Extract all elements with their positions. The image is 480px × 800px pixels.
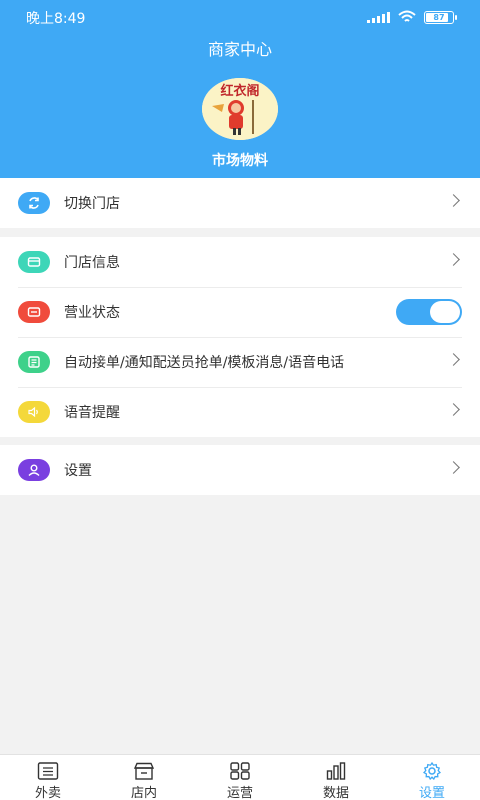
bar-chart-icon	[325, 762, 347, 780]
tab-label: 设置	[418, 786, 445, 800]
auto-order-row[interactable]: 自动接单/通知配送员抢单/模板消息/语音电话	[0, 337, 480, 387]
store-menu-group: 门店信息 营业状态 自动接单/通知配送员抢单/模板消息/语音电话 语音提醒	[0, 237, 480, 437]
tab-label: 店内	[130, 786, 157, 800]
settings-group: 设置	[0, 445, 480, 495]
auto-order-icon	[18, 351, 50, 373]
business-status-icon	[18, 301, 50, 323]
refresh-icon	[18, 192, 50, 214]
user-icon	[18, 459, 50, 481]
store-avatar[interactable]: 红衣阁	[202, 78, 278, 140]
settings-label: 设置	[64, 463, 92, 479]
business-status-toggle[interactable]	[396, 299, 462, 325]
battery-level: 87	[433, 12, 445, 22]
wifi-icon	[398, 10, 416, 22]
voice-reminder-label: 语音提醒	[64, 405, 120, 421]
toggle-knob	[430, 301, 460, 323]
chevron-right-icon	[447, 353, 460, 366]
chevron-right-icon	[447, 403, 460, 416]
signal-icon	[367, 11, 390, 23]
store-info-icon	[18, 251, 50, 273]
battery-icon: 87	[424, 10, 457, 24]
speaker-icon	[18, 401, 50, 423]
status-icons: 87	[367, 8, 457, 26]
chevron-right-icon	[447, 194, 460, 207]
store-icon	[133, 762, 155, 780]
tab-label: 运营	[226, 786, 253, 800]
avatar-text: 红衣阁	[220, 83, 259, 99]
page-title: 商家中心	[207, 40, 272, 59]
gear-icon	[421, 762, 443, 780]
header: 晚上8:49 87 商家中心 红衣阁 市场物料	[0, 0, 480, 178]
switch-store-group: 切换门店	[0, 178, 480, 228]
voice-reminder-row[interactable]: 语音提醒	[0, 387, 480, 437]
store-name: 市场物料	[212, 153, 268, 169]
business-status-row: 营业状态	[0, 287, 480, 337]
switch-store-row[interactable]: 切换门店	[0, 178, 480, 228]
settings-row[interactable]: 设置	[0, 445, 480, 495]
business-status-label: 营业状态	[64, 305, 120, 321]
tab-label: 外卖	[34, 786, 61, 800]
tab-label: 数据	[322, 786, 349, 800]
auto-order-label: 自动接单/通知配送员抢单/模板消息/语音电话	[64, 355, 345, 371]
chevron-right-icon	[447, 461, 460, 474]
store-info-row[interactable]: 门店信息	[0, 237, 480, 287]
tab-settings[interactable]: 设置	[384, 755, 480, 800]
tab-operations[interactable]: 运营	[192, 755, 288, 800]
store-logo-image: 红衣阁	[202, 78, 278, 140]
bottom-tab-bar: 外卖 店内 运营 数据 设置	[0, 754, 480, 800]
tab-takeout[interactable]: 外卖	[0, 755, 96, 800]
chevron-right-icon	[447, 253, 460, 266]
status-bar: 晚上8:49 87	[0, 0, 480, 34]
tab-data[interactable]: 数据	[288, 755, 384, 800]
status-time: 晚上8:49	[26, 11, 86, 27]
grid-icon	[229, 762, 251, 780]
list-icon	[37, 762, 59, 780]
store-info-label: 门店信息	[64, 255, 120, 271]
switch-store-label: 切换门店	[64, 196, 120, 212]
tab-in-store[interactable]: 店内	[96, 755, 192, 800]
